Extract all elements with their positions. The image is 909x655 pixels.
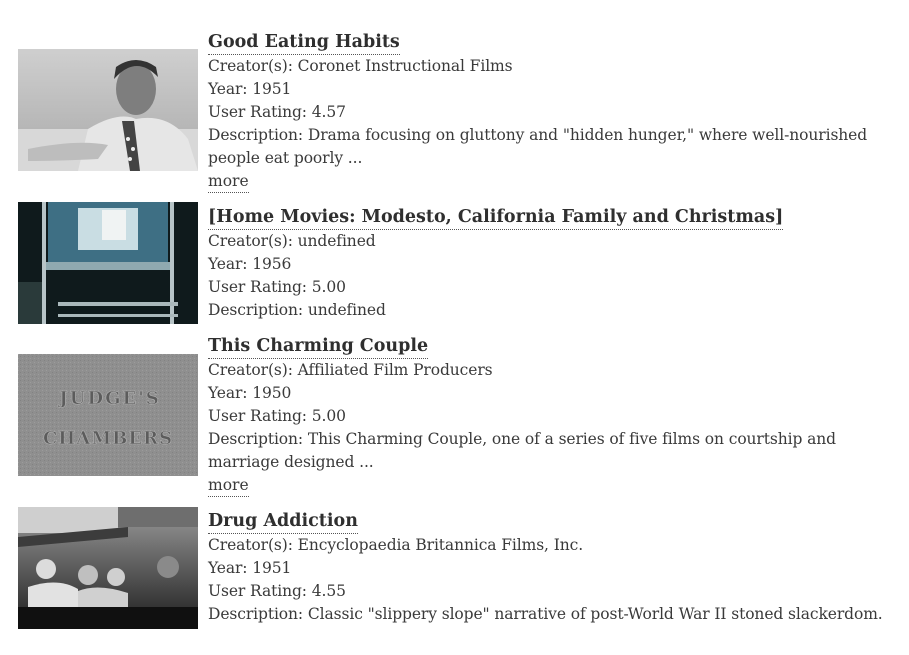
result-thumbnail[interactable]: JUDGE'S CHAMBERS: [18, 354, 198, 476]
result-thumbnail[interactable]: [18, 507, 198, 629]
film-still-image: [18, 49, 198, 171]
result-rating: User Rating: 5.00: [208, 278, 346, 296]
more-link[interactable]: more: [208, 170, 249, 193]
film-still-image: [18, 202, 198, 324]
result-description: Description: Classic "slippery slope" na…: [208, 605, 883, 623]
result-rating: User Rating: 4.55: [208, 582, 346, 600]
result-creator: Creator(s): undefined: [208, 232, 376, 250]
film-still-image: [18, 507, 198, 629]
result-thumbnail[interactable]: [18, 202, 198, 324]
result-description: Description: This Charming Couple, one o…: [208, 430, 836, 471]
result-rating: User Rating: 4.57: [208, 103, 346, 121]
result-creator: Creator(s): Affiliated Film Producers: [208, 361, 493, 379]
result-description: Description: undefined: [208, 301, 386, 319]
result-thumbnail[interactable]: [18, 49, 198, 171]
result-year: Year: 1950: [208, 384, 292, 402]
thumbnail-caption-line2: CHAMBERS: [43, 428, 173, 449]
result-year: Year: 1951: [208, 559, 292, 577]
result-year: Year: 1951: [208, 80, 292, 98]
result-title-link[interactable]: Drug Addiction: [208, 509, 358, 534]
result-year: Year: 1956: [208, 255, 292, 273]
film-still-image: JUDGE'S CHAMBERS: [18, 354, 198, 476]
result-rating: User Rating: 5.00: [208, 407, 346, 425]
result-creator: Creator(s): Encyclopaedia Britannica Fil…: [208, 536, 584, 554]
more-link[interactable]: more: [208, 474, 249, 497]
result-title-link[interactable]: This Charming Couple: [208, 334, 429, 359]
thumbnail-caption-line1: JUDGE'S: [57, 388, 160, 409]
result-description: Description: Drama focusing on gluttony …: [208, 126, 868, 167]
search-results-list: Good Eating Habits Creator(s): Coronet I…: [0, 0, 909, 655]
result-title-link[interactable]: Good Eating Habits: [208, 30, 400, 55]
result-creator: Creator(s): Coronet Instructional Films: [208, 57, 513, 75]
result-title-link[interactable]: [Home Movies: Modesto, California Family…: [208, 205, 784, 230]
